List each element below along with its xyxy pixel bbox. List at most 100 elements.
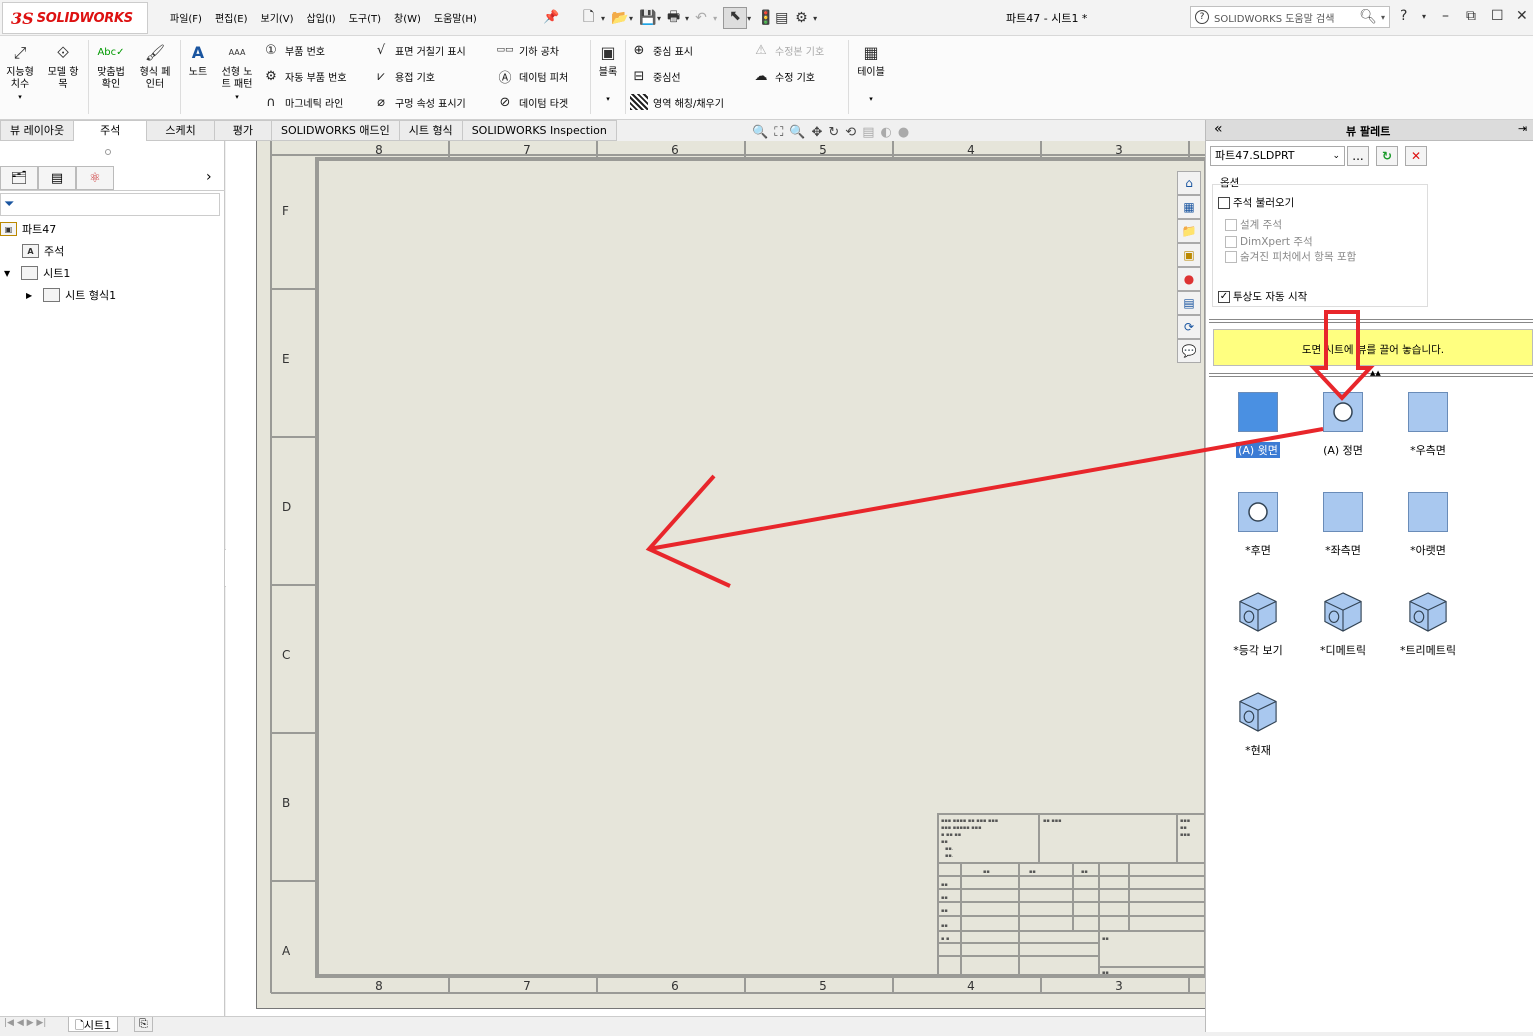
new-document-icon[interactable]: 🗋 xyxy=(583,6,601,30)
smart-dimension-button[interactable]: ⤢ 지능형 치수 ▾ xyxy=(2,42,38,103)
import-annotations-checkbox[interactable]: 주석 불러오기 xyxy=(1218,195,1294,210)
add-sheet-icon[interactable]: ⎘ xyxy=(134,1017,153,1032)
dimxpert-manager-tab-icon[interactable]: ⚛ xyxy=(76,166,114,190)
maximize-icon[interactable]: ☐ xyxy=(1491,8,1504,24)
appearances-icon[interactable]: ● xyxy=(1177,267,1201,291)
weld-symbol-button[interactable]: ⩗ 용접 기호 xyxy=(372,67,435,85)
save-icon[interactable]: 💾 xyxy=(639,10,657,26)
area-hatch-button[interactable]: 영역 해칭/채우기 xyxy=(630,93,724,111)
search-icon[interactable]: 🔍︎ xyxy=(1359,9,1377,25)
tab-evaluate[interactable]: 평가 xyxy=(214,120,272,141)
expand-arrow-icon[interactable]: ▶ xyxy=(26,291,32,300)
splitter-top[interactable] xyxy=(1209,319,1533,323)
datum-feature-button[interactable]: Ⓐ 데이텀 피처 xyxy=(496,67,568,86)
menu-file[interactable]: 파일(F) xyxy=(170,10,202,25)
menu-tools[interactable]: 도구(T) xyxy=(349,10,381,25)
magnetic-line-button[interactable]: ∩ 마그네틱 라인 xyxy=(262,93,343,111)
menu-help[interactable]: 도움말(H) xyxy=(434,10,477,25)
revision-cloud-button[interactable]: ☁ 수정 기호 xyxy=(752,67,815,85)
menu-view[interactable]: 보기(V) xyxy=(261,10,294,25)
browse-button[interactable]: ... xyxy=(1347,146,1369,166)
options-gear-icon[interactable]: ⚙ xyxy=(795,10,813,26)
palette-view-item[interactable]: *우측면 xyxy=(1388,392,1468,458)
menu-insert[interactable]: 삽입(I) xyxy=(307,10,336,25)
auto-balloon-button[interactable]: ⚙ 자동 부품 번호 xyxy=(262,67,346,85)
format-painter-button[interactable]: 🖌 형식 페 인터 xyxy=(134,42,176,91)
palette-view-item[interactable]: *등각 보기 xyxy=(1218,592,1298,658)
block-button[interactable]: ▣ 블록 ▾ xyxy=(594,42,622,105)
hide-show-icon[interactable]: ◐ xyxy=(881,125,892,140)
geometric-tolerance-button[interactable]: ▭▭ 기하 공차 xyxy=(496,41,559,59)
rebuild-icon[interactable]: 🚦 xyxy=(757,10,775,26)
menu-window[interactable]: 창(W) xyxy=(394,10,421,25)
help-dropdown-icon[interactable]: ▾ xyxy=(1422,12,1426,21)
solidworks-logo[interactable]: 3S SOLIDWORKS xyxy=(2,2,148,34)
comments-icon[interactable]: 💬 xyxy=(1177,339,1201,363)
palette-view-item[interactable]: *아랫면 xyxy=(1388,492,1468,558)
view-palette-icon[interactable]: ▣ xyxy=(1177,243,1201,267)
graphics-area[interactable]: 🔍 ⛶ 🔍 ✥ ↻ ⟲ ▤ ◐ ● 887766554433 FEDCBA ▪▪… xyxy=(226,125,1206,1016)
solidworks-resources-icon[interactable]: ⌂ xyxy=(1177,171,1201,195)
previous-view-icon[interactable]: 🔍 xyxy=(789,125,805,140)
help-search-input[interactable]: ? SOLIDWORKS 도움말 검색 🔍︎ ▾ xyxy=(1190,6,1390,28)
tree-filter-input[interactable]: ⏷ xyxy=(0,193,220,216)
palette-view-item[interactable]: *현재 xyxy=(1218,692,1298,758)
rotate-icon[interactable]: ↻ xyxy=(828,125,839,140)
restore-icon[interactable]: ⧉ xyxy=(1466,8,1476,24)
minimize-icon[interactable]: – xyxy=(1442,8,1449,24)
surface-finish-button[interactable]: √ 표면 거칠기 표시 xyxy=(372,41,466,59)
select-icon[interactable]: ⬉ xyxy=(723,7,748,29)
clear-all-icon[interactable]: ✕ xyxy=(1405,146,1427,166)
search-dropdown-icon[interactable]: ▾ xyxy=(1381,13,1385,22)
centerline-button[interactable]: ⊟ 중심선 xyxy=(630,67,681,85)
tab-sketch[interactable]: 스케치 xyxy=(147,120,215,141)
menu-edit[interactable]: 편집(E) xyxy=(215,10,248,25)
palette-view-item[interactable]: *트리메트릭 xyxy=(1388,592,1468,658)
open-document-icon[interactable]: 📂 xyxy=(611,10,629,26)
refresh-icon[interactable]: ↻ xyxy=(1376,146,1398,166)
tab-solidworks-inspection[interactable]: SOLIDWORKS Inspection xyxy=(462,120,617,141)
file-properties-icon[interactable]: ▤ xyxy=(775,10,795,26)
property-manager-tab-icon[interactable]: ▤ xyxy=(38,166,76,190)
tree-item-sheet-format[interactable]: ▶ 시트 형식1 xyxy=(26,286,116,304)
tree-item-annotations[interactable]: A 주석 xyxy=(22,242,64,260)
tree-item-sheet[interactable]: ▼ 시트1 xyxy=(4,264,70,282)
zoom-to-area-icon[interactable]: ⛶ xyxy=(774,125,783,140)
redraw-icon[interactable]: ⟲ xyxy=(845,125,856,140)
splitter-arrows-icon[interactable]: ▲▲ xyxy=(1370,369,1381,377)
hole-callout-button[interactable]: ⌀ 구멍 속성 표시기 xyxy=(372,93,466,111)
feature-manager-tab-icon[interactable]: 🗂 xyxy=(0,166,38,190)
spell-check-button[interactable]: Abc✓ 맞춤법 확인 xyxy=(92,42,130,91)
tab-sheet-format[interactable]: 시트 형식 xyxy=(399,120,463,141)
note-button[interactable]: A 노트 xyxy=(184,42,212,79)
appearance-icon[interactable]: ● xyxy=(898,125,909,140)
auto-projected-checkbox[interactable]: ✓ 투상도 자동 시작 xyxy=(1218,289,1307,304)
tab-view-layout[interactable]: 뷰 레이아웃 xyxy=(0,120,75,141)
balloon-button[interactable]: ① 부품 번호 xyxy=(262,41,325,59)
palette-view-item[interactable]: (A) 정면 xyxy=(1303,392,1383,458)
display-style-icon[interactable]: ▤ xyxy=(862,125,874,140)
close-icon[interactable]: ✕ xyxy=(1516,8,1528,24)
zoom-to-fit-icon[interactable]: 🔍 xyxy=(752,125,768,140)
pin-menu-icon[interactable]: 📌 xyxy=(543,10,559,25)
pan-icon[interactable]: ✥ xyxy=(811,125,822,140)
design-library-icon[interactable]: ▦ xyxy=(1177,195,1201,219)
expand-tabs-chevron-icon[interactable]: › xyxy=(206,169,212,185)
drawing-sheet[interactable]: 887766554433 FEDCBA ▪▪▪ ▪▪▪▪ ▪▪ ▪▪▪ ▪▪▪ … xyxy=(256,141,1206,1009)
panel-grip-icon[interactable] xyxy=(105,149,111,155)
print-icon[interactable]: 🖶 xyxy=(667,6,685,30)
tab-annotation[interactable]: 주석 xyxy=(74,120,148,141)
solidworks-forum-icon[interactable]: ⟳ xyxy=(1177,315,1201,339)
tab-solidworks-addins[interactable]: SOLIDWORKS 애드인 xyxy=(271,120,400,141)
palette-view-item[interactable]: (A) 윗면 xyxy=(1218,392,1298,458)
linear-note-pattern-button[interactable]: AAA 선형 노 트 패턴 ▾ xyxy=(216,42,258,103)
collapse-arrow-icon[interactable]: ▼ xyxy=(4,269,10,278)
undo-icon[interactable]: ↶ xyxy=(695,10,713,26)
palette-view-item[interactable]: *좌측면 xyxy=(1303,492,1383,558)
palette-file-select[interactable]: 파트47.SLDPRT ⌄ xyxy=(1210,146,1345,166)
help-menu-icon[interactable]: ? xyxy=(1400,8,1407,24)
palette-view-item[interactable]: *후면 xyxy=(1218,492,1298,558)
sheet-tab-1[interactable]: 🗋시트1 xyxy=(68,1017,119,1032)
model-items-button[interactable]: ⟐ 모델 항 목 xyxy=(42,42,84,91)
palette-view-item[interactable]: *디메트릭 xyxy=(1303,592,1383,658)
